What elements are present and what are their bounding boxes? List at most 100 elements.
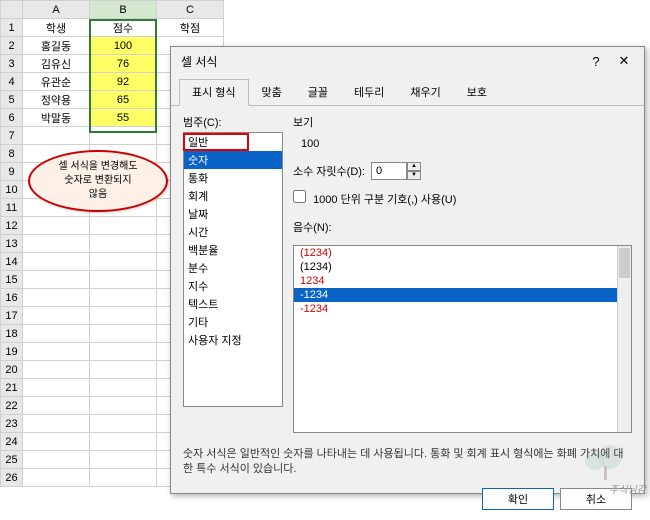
- negative-numbers-listbox[interactable]: (1234)(1234)1234-1234-1234: [293, 245, 632, 433]
- row-header[interactable]: 19: [1, 343, 23, 361]
- cell[interactable]: [90, 343, 157, 361]
- cell[interactable]: 박말동: [23, 109, 90, 127]
- row-header[interactable]: 23: [1, 415, 23, 433]
- close-button[interactable]: ✕: [610, 49, 638, 73]
- cell[interactable]: [23, 217, 90, 235]
- cell[interactable]: 유관순: [23, 73, 90, 91]
- cell[interactable]: [90, 235, 157, 253]
- cell[interactable]: [23, 361, 90, 379]
- row-header[interactable]: 26: [1, 469, 23, 487]
- row-header[interactable]: 12: [1, 217, 23, 235]
- decimal-places-input[interactable]: [371, 162, 407, 180]
- col-header-c[interactable]: C: [157, 1, 224, 19]
- tab-3[interactable]: 테두리: [341, 79, 397, 105]
- tab-4[interactable]: 채우기: [397, 79, 453, 105]
- tab-5[interactable]: 보호: [454, 79, 500, 105]
- decimal-places-spinner[interactable]: ▲ ▼: [371, 162, 421, 180]
- scrollbar[interactable]: [617, 246, 631, 432]
- negative-format-item[interactable]: (1234): [294, 246, 631, 260]
- cell[interactable]: [90, 271, 157, 289]
- category-item[interactable]: 숫자: [184, 151, 282, 169]
- spinner-down[interactable]: ▼: [407, 171, 421, 180]
- row-header[interactable]: 21: [1, 379, 23, 397]
- cell[interactable]: 학생: [23, 19, 90, 37]
- cell[interactable]: [23, 397, 90, 415]
- select-all-corner[interactable]: [1, 1, 23, 19]
- tab-0[interactable]: 표시 형식: [179, 79, 249, 106]
- cell[interactable]: [23, 127, 90, 145]
- tab-1[interactable]: 맞춤: [249, 79, 295, 105]
- tab-2[interactable]: 글꼴: [295, 79, 341, 105]
- row-header[interactable]: 7: [1, 127, 23, 145]
- col-header-b[interactable]: B: [90, 1, 157, 19]
- col-header-a[interactable]: A: [23, 1, 90, 19]
- row-header[interactable]: 11: [1, 199, 23, 217]
- negative-format-item[interactable]: -1234: [294, 302, 631, 316]
- cell[interactable]: 92: [90, 73, 157, 91]
- row-header[interactable]: 18: [1, 325, 23, 343]
- thousands-separator-checkbox[interactable]: 1000 단위 구분 기호(,) 사용(U): [293, 190, 456, 207]
- cell[interactable]: [90, 289, 157, 307]
- thousands-checkbox-input[interactable]: [293, 190, 306, 203]
- cell[interactable]: 100: [90, 37, 157, 55]
- negative-format-item[interactable]: 1234: [294, 274, 631, 288]
- category-item[interactable]: 사용자 지정: [184, 331, 282, 349]
- cell[interactable]: 학점: [157, 19, 224, 37]
- category-item[interactable]: 일반: [184, 133, 282, 151]
- negative-format-item[interactable]: -1234: [294, 288, 631, 302]
- cell[interactable]: [23, 289, 90, 307]
- cell[interactable]: [90, 217, 157, 235]
- category-item[interactable]: 통화: [184, 169, 282, 187]
- cell[interactable]: [90, 415, 157, 433]
- negative-format-item[interactable]: (1234): [294, 260, 631, 274]
- cell[interactable]: [90, 397, 157, 415]
- cell[interactable]: [90, 253, 157, 271]
- cancel-button[interactable]: 취소: [560, 488, 632, 510]
- row-header[interactable]: 10: [1, 181, 23, 199]
- cell[interactable]: [23, 307, 90, 325]
- row-header[interactable]: 2: [1, 37, 23, 55]
- help-button[interactable]: ?: [582, 49, 610, 73]
- cell[interactable]: [23, 271, 90, 289]
- row-header[interactable]: 15: [1, 271, 23, 289]
- row-header[interactable]: 22: [1, 397, 23, 415]
- cell[interactable]: [23, 433, 90, 451]
- cell[interactable]: [23, 253, 90, 271]
- category-item[interactable]: 날짜: [184, 205, 282, 223]
- category-item[interactable]: 백분율: [184, 241, 282, 259]
- cell[interactable]: 65: [90, 91, 157, 109]
- cell[interactable]: 김유신: [23, 55, 90, 73]
- cell[interactable]: [23, 325, 90, 343]
- cell[interactable]: [90, 307, 157, 325]
- row-header[interactable]: 3: [1, 55, 23, 73]
- cell[interactable]: [90, 361, 157, 379]
- row-header[interactable]: 20: [1, 361, 23, 379]
- ok-button[interactable]: 확인: [482, 488, 554, 510]
- row-header[interactable]: 17: [1, 307, 23, 325]
- dialog-titlebar[interactable]: 셀 서식 ? ✕: [171, 47, 644, 75]
- cell[interactable]: [23, 343, 90, 361]
- cell[interactable]: [23, 235, 90, 253]
- category-item[interactable]: 분수: [184, 259, 282, 277]
- category-item[interactable]: 기타: [184, 313, 282, 331]
- row-header[interactable]: 6: [1, 109, 23, 127]
- row-header[interactable]: 9: [1, 163, 23, 181]
- row-header[interactable]: 5: [1, 91, 23, 109]
- row-header[interactable]: 16: [1, 289, 23, 307]
- cell[interactable]: [90, 325, 157, 343]
- row-header[interactable]: 25: [1, 451, 23, 469]
- row-header[interactable]: 1: [1, 19, 23, 37]
- row-header[interactable]: 4: [1, 73, 23, 91]
- row-header[interactable]: 8: [1, 145, 23, 163]
- cell[interactable]: [90, 451, 157, 469]
- cell[interactable]: [90, 379, 157, 397]
- cell[interactable]: [23, 379, 90, 397]
- row-header[interactable]: 13: [1, 235, 23, 253]
- cell[interactable]: 홍길동: [23, 37, 90, 55]
- cell[interactable]: [23, 451, 90, 469]
- cell[interactable]: [23, 415, 90, 433]
- cell[interactable]: 55: [90, 109, 157, 127]
- category-item[interactable]: 텍스트: [184, 295, 282, 313]
- category-item[interactable]: 회계: [184, 187, 282, 205]
- cell[interactable]: [90, 127, 157, 145]
